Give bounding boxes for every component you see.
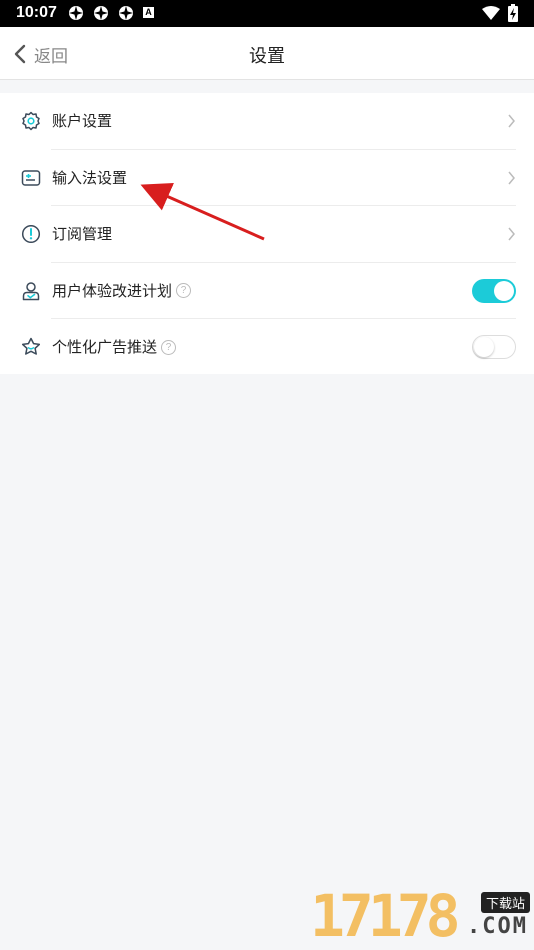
star-face-icon xyxy=(21,337,41,355)
experience-program-toggle[interactable] xyxy=(472,278,516,303)
settings-item-label: 输入法设置 xyxy=(52,168,128,187)
gear-icon xyxy=(22,111,40,131)
help-icon[interactable]: ? xyxy=(161,339,177,355)
wifi-icon xyxy=(482,6,500,20)
battery-charging-icon xyxy=(508,4,518,22)
settings-list: 账户设置 输入法设置 订阅管理 用户体验改进计划 ? 个性化广告推送 ? xyxy=(0,93,534,374)
navigation-bar: 返回 设置 xyxy=(0,27,534,80)
settings-item-personalized-ads: 个性化广告推送 ? xyxy=(0,319,534,376)
keyboard-card-icon xyxy=(21,169,41,186)
chevron-right-icon xyxy=(508,114,515,128)
chevron-right-icon xyxy=(508,227,515,241)
toggle-knob xyxy=(494,280,514,301)
settings-item-label: 用户体验改进计划 ? xyxy=(52,281,192,301)
settings-item-label: 个性化广告推送 ? xyxy=(52,337,177,357)
a-icon: A xyxy=(143,7,154,18)
settings-item-label: 订阅管理 xyxy=(52,225,113,243)
settings-item-input-method[interactable]: 输入法设置 xyxy=(0,150,534,206)
toggle-knob xyxy=(474,337,494,357)
help-icon[interactable]: ? xyxy=(176,283,192,298)
pinwheel-icon xyxy=(69,6,83,20)
exclamation-circle-icon xyxy=(21,224,41,244)
settings-item-text: 用户体验改进计划 xyxy=(52,281,173,300)
user-experience-icon xyxy=(22,281,40,300)
settings-item-experience-program: 用户体验改进计划 ? xyxy=(0,263,534,319)
settings-item-account[interactable]: 账户设置 xyxy=(0,93,534,150)
status-time: 10:07 xyxy=(16,4,57,21)
watermark-logo: 17178 下载站 .COM xyxy=(310,884,532,948)
pinwheel-icon xyxy=(119,6,133,20)
status-bar: 10:07 A xyxy=(0,0,534,27)
settings-item-label: 账户设置 xyxy=(52,112,113,130)
watermark-domain: .COM xyxy=(467,914,528,939)
settings-item-text: 个性化广告推送 xyxy=(52,338,158,356)
settings-item-subscription[interactable]: 订阅管理 xyxy=(0,206,534,263)
pinwheel-icon xyxy=(94,6,108,20)
page-title: 设置 xyxy=(249,46,285,67)
watermark-number: 17178 xyxy=(310,882,461,950)
chevron-right-icon xyxy=(508,171,515,184)
personalized-ads-toggle[interactable] xyxy=(472,335,516,359)
watermark-tag: 下载站 xyxy=(480,892,530,913)
